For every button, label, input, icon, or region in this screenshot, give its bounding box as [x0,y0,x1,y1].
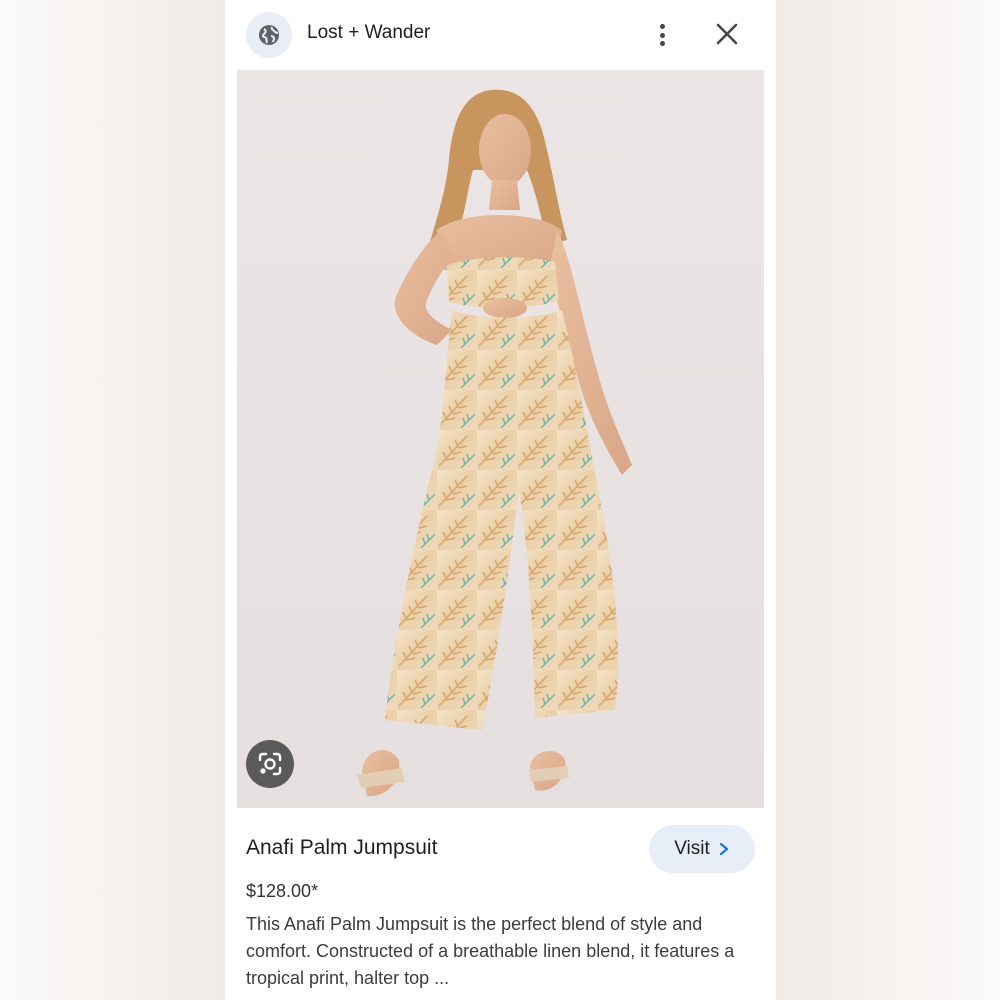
product-title[interactable]: Anafi Palm Jumpsuit [246,836,437,860]
chevron-right-icon [719,842,728,856]
site-name[interactable]: Lost + Wander [307,22,430,44]
background-left [0,0,225,1000]
panel-header: Lost + Wander [225,0,776,70]
product-description: This Anafi Palm Jumpsuit is the perfect … [246,914,735,988]
visit-button[interactable]: Visit [649,825,755,873]
globe-icon[interactable] [246,12,292,58]
result-panel: Lost + Wander Anafi Palm Jumpsuit Visit … [225,0,776,1000]
product-image[interactable] [237,70,764,808]
product-price: $128.00* [246,881,319,901]
more-vertical-icon[interactable] [650,20,674,50]
background-right [776,0,1000,1000]
close-icon[interactable] [713,20,741,48]
google-lens-icon[interactable] [246,740,294,788]
visit-button-label: Visit [674,838,710,859]
model-figure [357,89,632,797]
